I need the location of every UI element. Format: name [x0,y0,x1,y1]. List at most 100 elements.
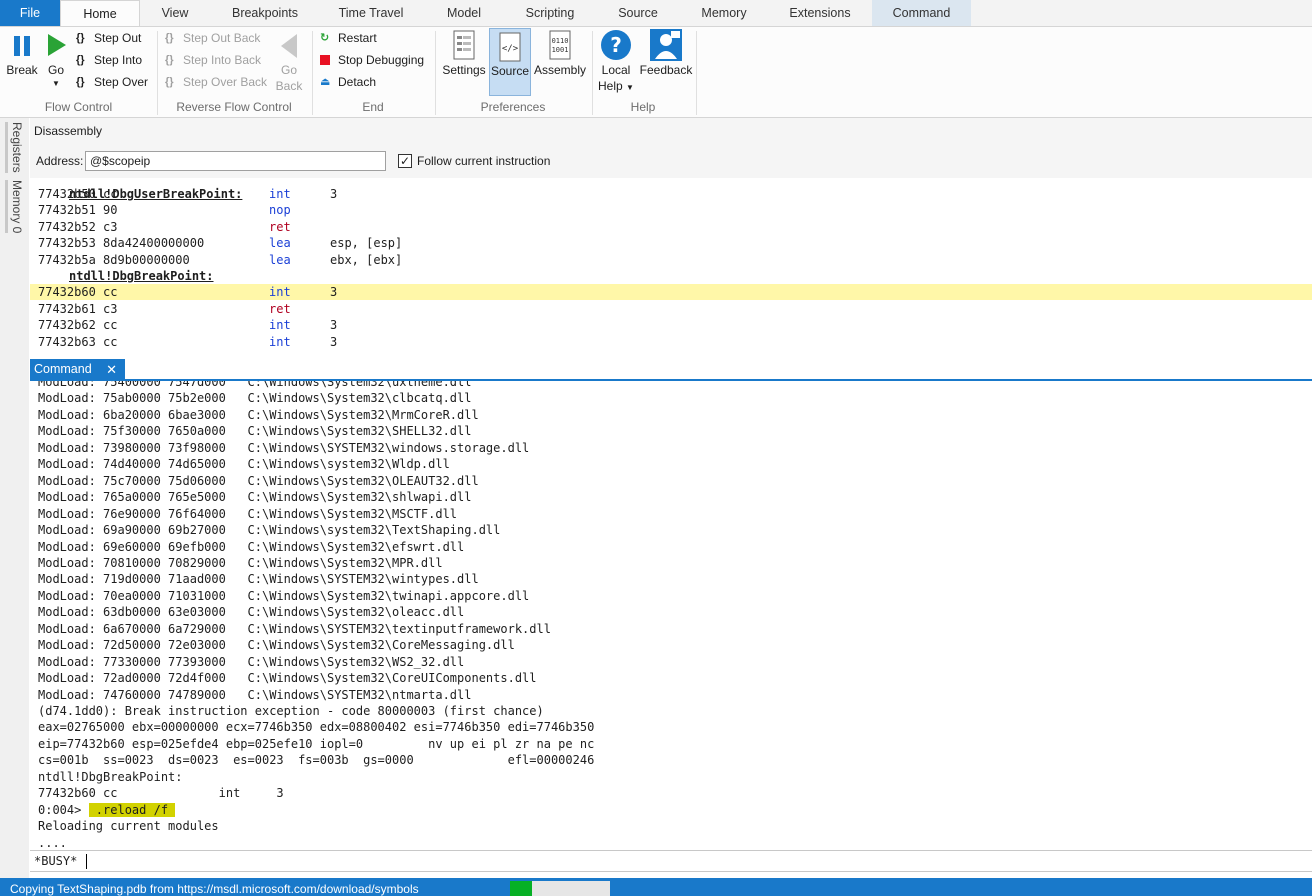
disassembly-line[interactable]: 77432b62 cc int 3 [30,317,1312,333]
step-into-button[interactable]: {} Step Into [76,49,142,69]
output-line: ModLoad: 70ea0000 71031000 C:\Windows\Sy… [38,588,530,603]
disassembly-listing[interactable]: ntdll!DbgUserBreakPoint: 77432b50 cc int 3… [30,178,1312,352]
source-button[interactable]: </> Source [489,28,531,96]
tab-command[interactable]: Command [872,0,971,26]
step-out-button[interactable]: {} Step Out [76,27,141,47]
tab-time-travel[interactable]: Time Travel [330,0,412,26]
go-dropdown-arrow-icon[interactable]: ▼ [42,76,70,92]
settings-button[interactable]: Settings [441,27,487,97]
tab-view[interactable]: View [150,0,200,26]
restart-button[interactable]: ↻ Restart [320,27,377,47]
instruction-address: 77432b5a 8d9b00000000 [38,252,190,267]
follow-instruction-checkbox[interactable]: ✓ [398,154,412,168]
instruction-operands: 3 [330,285,338,300]
disassembly-line[interactable]: 77432b53 8da42400000000 lea esp, [esp] [30,235,1312,251]
help-group-label: Help [630,100,656,114]
current-instruction-line[interactable]: 77432b60 cc int 3 [30,284,1312,301]
tab-source[interactable]: Source [612,0,664,26]
instruction-address: 77432b62 cc [38,318,118,333]
feedback-person-icon [650,29,682,61]
output-line: cs=001b ss=0023 ds=0023 es=0023 fs=003b … [38,753,595,768]
tab-model[interactable]: Model [440,0,488,26]
status-bar: Copying TextShaping.pdb from https://msd… [0,878,1312,896]
registers-tab[interactable]: Registers [5,122,25,173]
command-tab-label: Command [34,362,92,376]
break-button[interactable]: Break [4,27,40,97]
step-into-back-icon: {} [165,53,174,66]
disassembly-line[interactable]: 77432b5a 8d9b00000000 lea ebx, [ebx] [30,252,1312,268]
command-tab-bar: Command ✕ [30,359,1312,381]
assembly-button[interactable]: 0110 1001 Assembly [533,27,587,97]
stop-debugging-button[interactable]: Stop Debugging [320,49,424,69]
memory-tab[interactable]: Memory 0 [5,180,25,234]
instruction-mnemonic: ret [269,219,291,234]
ribbon-tab-bar: File Home View Breakpoints Time Travel M… [0,0,1312,27]
detach-button[interactable]: ⏏ Detach [320,71,376,91]
instruction-mnemonic: nop [269,203,291,218]
command-output[interactable]: ModLoad: 75400000 7547d000 C:\Windows\Sy… [30,381,1312,849]
busy-indicator: *BUSY* [34,854,78,868]
disassembly-line[interactable]: 77432b51 90 nop [30,202,1312,218]
break-label: Break [6,63,38,77]
instruction-mnemonic: int [269,187,291,201]
disassembly-panel: Disassembly Address: ✓ Follow current in… [30,118,1312,352]
output-line: (d74.1dd0): Break instruction exception … [38,704,544,718]
tab-scripting[interactable]: Scripting [515,0,585,26]
address-label: Address: [36,154,84,168]
disassembly-symbol-line: ntdll!DbgUserBreakPoint: [69,187,243,201]
output-line: ModLoad: 765a0000 765e5000 C:\Windows\Sy… [38,490,472,505]
go-button[interactable]: Go ▼ [42,27,70,97]
go-back-button[interactable]: Go Back [272,27,306,97]
preferences-group-label: Preferences [480,100,546,114]
disassembly-line[interactable]: 77432b52 c3 ret [30,219,1312,235]
command-input[interactable] [90,852,1300,870]
step-over-back-button[interactable]: {} Step Over Back [165,71,267,91]
output-line: ModLoad: 72ad0000 72d4f000 C:\Windows\Sy… [38,671,537,686]
stop-icon [320,50,338,70]
output-line: ModLoad: 72d50000 72e03000 C:\Windows\Sy… [38,638,515,653]
step-out-back-button[interactable]: {} Step Out Back [165,27,260,47]
symbol-label: ntdll!DbgBreakPoint: [69,269,214,283]
close-icon[interactable]: ✕ [106,359,117,380]
local-help-button[interactable]: ? Local Help ▼ [596,27,636,97]
help-dropdown-arrow-icon[interactable]: ▼ [626,83,634,92]
progress-fill [510,881,532,896]
output-line: ModLoad: 73980000 73f98000 C:\Windows\SY… [38,440,530,455]
instruction-operands: ebx, [ebx] [330,252,403,267]
instruction-address: 77432b51 90 [38,203,118,218]
instruction-operands: 3 [330,187,338,201]
step-out-back-icon: {} [165,31,174,44]
help-question-icon: ? [601,30,631,60]
instruction-address: 77432b53 8da42400000000 [38,236,205,251]
restart-icon: ↻ [320,31,330,44]
flow-control-group-label: Flow Control [44,100,113,114]
pause-icon [14,36,30,56]
output-line: ModLoad: 76e90000 76f64000 C:\Windows\Sy… [38,506,458,521]
tab-memory[interactable]: Memory [693,0,755,26]
instruction-mnemonic: lea [269,236,291,251]
output-line: ModLoad: 75400000 7547d000 C:\Windows\Sy… [38,381,472,389]
command-tab[interactable]: Command ✕ [30,359,125,380]
step-over-button[interactable]: {} Step Over [76,71,148,91]
disassembly-title: Disassembly [30,118,1312,144]
tab-home[interactable]: Home [60,0,140,27]
disassembly-line[interactable]: 77432b50 cc int 3 [30,186,1312,202]
assembly-binary-icon: 0110 1001 [549,30,571,60]
tab-extensions[interactable]: Extensions [785,0,855,26]
instruction-operands: 3 [330,334,338,349]
go-back-label-line2: Back [275,79,303,93]
disassembly-line[interactable]: 77432b63 cc int 3 [30,334,1312,350]
tab-file[interactable]: File [0,0,60,26]
disassembly-line[interactable]: 77432b61 c3 ret [30,301,1312,317]
address-bar: Address: ✓ Follow current instruction [30,144,1312,178]
output-line: ModLoad: 75f30000 7650a000 C:\Windows\Sy… [38,424,472,439]
reverse-flow-group-label: Reverse Flow Control [176,100,292,114]
group-separator [696,31,697,115]
svg-text:1001: 1001 [552,46,569,54]
tab-breakpoints[interactable]: Breakpoints [225,0,305,26]
assembly-label: Assembly [533,63,586,77]
feedback-label: Feedback [639,63,693,77]
step-into-back-button[interactable]: {} Step Into Back [165,49,261,69]
feedback-button[interactable]: Feedback [638,27,694,97]
address-input[interactable] [85,151,386,171]
